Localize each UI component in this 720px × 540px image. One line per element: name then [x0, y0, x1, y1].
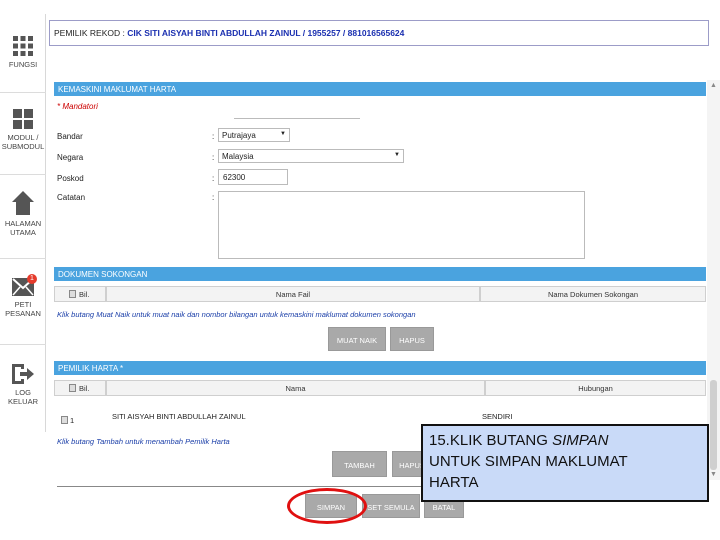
section-header-pemilik: PEMILIK HARTA * [54, 361, 706, 375]
owners-table-header: Bil. Nama Hubungan [54, 380, 706, 396]
chevron-down-icon: ▼ [394, 152, 400, 158]
record-owner-bar: PEMILIK REKOD : CIK SITI AISYAH BINTI AB… [49, 20, 709, 46]
negara-select[interactable]: Malaysia ▼ [218, 149, 404, 163]
col-nama-dokumen: Nama Dokumen Sokongan [480, 286, 706, 302]
select-all-checkbox[interactable] [69, 290, 76, 298]
upload-button[interactable]: MUAT NAIK [328, 327, 386, 351]
divider [0, 174, 46, 175]
poskod-label: Poskod [57, 174, 84, 183]
reset-button[interactable]: SET SEMULA [362, 494, 420, 518]
sidebar-item-modul[interactable]: MODUL / SUBMODUL [0, 109, 46, 151]
row-number[interactable]: 1 [70, 416, 74, 425]
record-owner-value: CIK SITI AISYAH BINTI ABDULLAH ZAINUL / … [127, 28, 405, 38]
sidebar-item-peti-pesanan[interactable]: 1 PETI PESANAN [0, 274, 46, 318]
scroll-down-icon[interactable]: ▼ [710, 471, 717, 478]
bandar-value: Putrajaya [222, 131, 256, 140]
owner-name: SITI AISYAH BINTI ABDULLAH ZAINUL [112, 412, 246, 421]
catatan-label: Catatan [57, 193, 86, 202]
col-nama-fail: Nama Fail [106, 286, 480, 302]
sidebar-item-label: SUBMODUL [1, 142, 45, 151]
col-bil-label: Bil. [79, 290, 90, 299]
documents-table-header: Bil. Nama Fail Nama Dokumen Sokongan [54, 286, 706, 302]
row-checkbox[interactable] [61, 416, 68, 424]
catatan-textarea[interactable] [218, 191, 585, 259]
section-header-dokumen: DOKUMEN SOKONGAN [54, 267, 706, 281]
callout-line1-italic: SIMPAN [552, 432, 609, 449]
instruction-callout: 15.KLIK BUTANG SIMPAN UNTUK SIMPAN MAKLU… [421, 424, 709, 502]
owner-relation: SENDIRI [482, 412, 513, 421]
notification-badge: 1 [27, 274, 37, 284]
section-header-kemaskini: KEMASKINI MAKLUMAT HARTA [54, 82, 706, 96]
poskod-input[interactable]: 62300 [218, 169, 288, 185]
colon: : [212, 174, 215, 183]
scroll-thumb[interactable] [710, 380, 717, 470]
scroll-up-icon[interactable]: ▲ [710, 82, 717, 89]
sidebar-item-label: MODUL / [7, 133, 39, 142]
owners-hint: Klik butang Tambah untuk menambah Pemili… [57, 437, 230, 446]
negara-value: Malaysia [222, 152, 254, 161]
colon: : [212, 153, 215, 162]
select-all-checkbox[interactable] [69, 384, 76, 392]
callout-line1-prefix: 15.KLIK BUTANG [429, 432, 553, 449]
callout-line2: UNTUK SIMPAN MAKLUMAT [429, 453, 628, 470]
col-bil: Bil. [54, 380, 106, 396]
delete-document-button[interactable]: HAPUS [390, 327, 434, 351]
vertical-scrollbar[interactable]: ▲ ▼ [707, 80, 720, 480]
home-icon [12, 191, 34, 215]
record-owner-label: PEMILIK REKOD : [54, 28, 125, 38]
callout-line3: HARTA [429, 474, 479, 491]
colon: : [212, 132, 215, 141]
bandar-select[interactable]: Putrajaya ▼ [218, 128, 290, 142]
documents-hint: Klik butang Muat Naik untuk muat naik da… [57, 310, 416, 319]
sidebar-item-log-keluar[interactable]: LOG KELUAR [0, 364, 46, 406]
chevron-down-icon: ▼ [280, 131, 286, 137]
colon: : [212, 193, 215, 202]
sidebar-item-label: HALAMAN [4, 219, 42, 228]
col-bil: Bil. [54, 286, 106, 302]
divider [0, 92, 46, 93]
save-highlight-ring [287, 488, 367, 524]
grid-icon [13, 36, 33, 56]
divider [0, 258, 46, 259]
negara-label: Negara [57, 153, 84, 162]
required-marker: * [119, 364, 124, 373]
modules-icon [13, 109, 33, 129]
cut-off-field-edge [234, 118, 360, 119]
mandatory-note: * Mandatori [57, 102, 98, 111]
sidebar-item-label: FUNGSI [8, 60, 38, 69]
section-title: PEMILIK HARTA [58, 364, 118, 373]
add-owner-button[interactable]: TAMBAH [332, 451, 387, 477]
sidebar-item-label: UTAMA [10, 228, 36, 237]
col-hubungan: Hubungan [485, 380, 706, 396]
bandar-label: Bandar [57, 132, 83, 141]
divider [0, 344, 46, 345]
sidebar-item-label: KELUAR [7, 397, 38, 406]
sidebar-item-label: LOG [15, 388, 31, 397]
sidebar-item-halaman-utama[interactable]: HALAMAN UTAMA [0, 191, 46, 237]
logout-icon [12, 364, 34, 384]
sidebar-item-label: PETI [14, 300, 32, 309]
sidebar-item-fungsi[interactable]: FUNGSI [0, 36, 46, 69]
sidebar: FUNGSI MODUL / SUBMODUL HALAMAN UTAMA 1 … [0, 14, 46, 432]
col-bil-label: Bil. [79, 384, 90, 393]
sidebar-item-label: PESANAN [5, 309, 41, 318]
col-nama: Nama [106, 380, 485, 396]
